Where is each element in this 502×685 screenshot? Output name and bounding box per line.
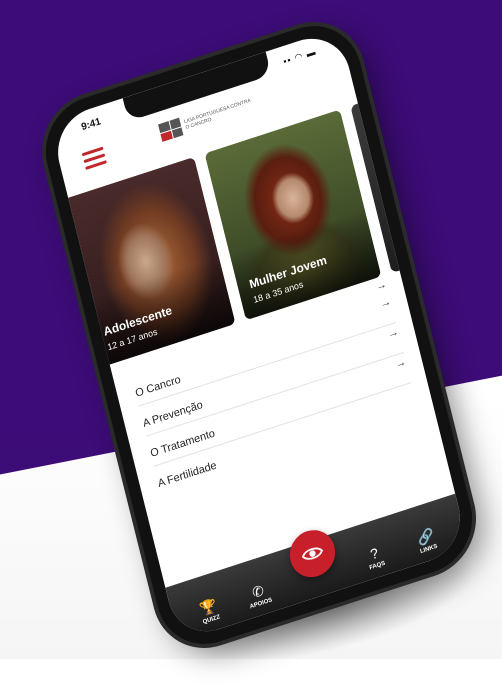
nav-faqs-button[interactable]: ? FAQS — [349, 538, 402, 577]
nav-apoios-button[interactable]: ✆ APOIOS — [232, 576, 285, 615]
arrow-right-icon: → — [393, 355, 408, 371]
hamburger-menu-button[interactable] — [81, 146, 107, 170]
arrow-right-icon: → — [378, 295, 393, 311]
status-icons: ▪▪ ◠ ▬ — [282, 46, 318, 67]
nav-quizz-button[interactable]: 🏆 QUIZZ — [183, 592, 236, 631]
menu-item-label: A Fertilidade — [156, 459, 218, 491]
arrow-right-icon: → — [386, 325, 400, 341]
logo-text: LIGA PORTUGUESA CONTRA O CANCRO — [183, 97, 252, 131]
eye-icon — [301, 547, 324, 560]
status-time: 9:41 — [80, 116, 103, 134]
nav-links-button[interactable]: 🔗 LINKS — [400, 521, 453, 560]
logo-icon — [158, 117, 184, 142]
